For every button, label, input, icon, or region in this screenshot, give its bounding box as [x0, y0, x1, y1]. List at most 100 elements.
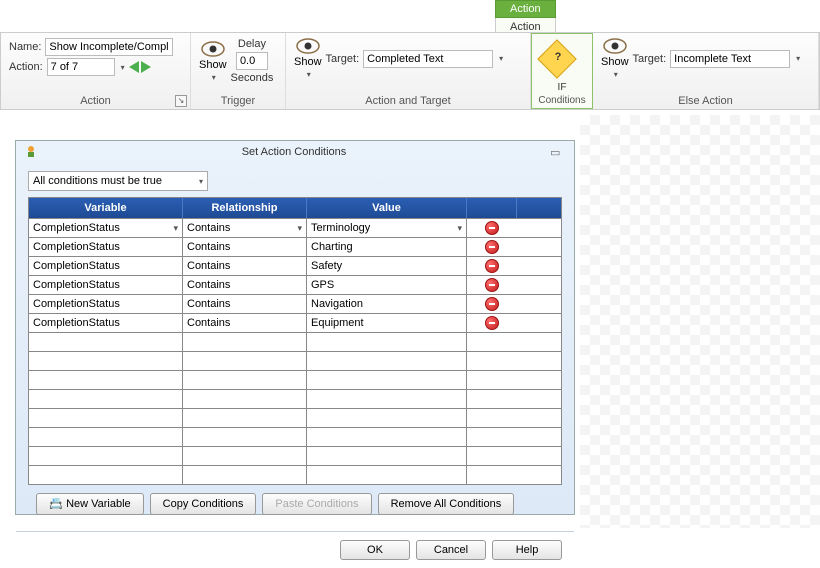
eye-icon [296, 38, 320, 54]
value-cell[interactable]: GPS [307, 276, 467, 294]
group-label-action-target: Action and Target [294, 93, 522, 107]
delete-row-button[interactable] [485, 297, 499, 311]
remove-all-button[interactable]: Remove All Conditions [378, 493, 515, 515]
chevron-down-icon: ▾ [212, 73, 216, 82]
group-action: Name: Action: ▾ Action ↘ [1, 33, 191, 109]
table-row: CompletionStatusContainsTerminology [29, 218, 561, 237]
eye-icon [201, 41, 225, 57]
next-action-button[interactable] [141, 61, 151, 73]
group-conditions[interactable]: IF Conditions [531, 33, 593, 109]
new-variable-button[interactable]: 📇 New Variable [36, 493, 144, 515]
value-cell[interactable]: Equipment [307, 314, 467, 332]
group-label-else: Else Action [601, 93, 810, 107]
empty-row[interactable] [29, 389, 561, 408]
ribbon: Name: Action: ▾ Action ↘ Show ▾ [0, 32, 820, 110]
delete-row-button[interactable] [485, 316, 499, 330]
table-header: Variable Relationship Value [29, 198, 561, 218]
action-counter[interactable] [47, 58, 115, 76]
table-row: CompletionStatusContainsGPS [29, 275, 561, 294]
table-row: CompletionStatusContainsEquipment [29, 313, 561, 332]
else-show-button[interactable]: Show ▾ [601, 38, 629, 79]
conditions-table: Variable Relationship Value CompletionSt… [28, 197, 562, 485]
dialog-titlebar: Set Action Conditions ▭ [16, 141, 574, 163]
empty-row[interactable] [29, 408, 561, 427]
delete-row-button[interactable] [485, 259, 499, 273]
table-row: CompletionStatusContainsNavigation [29, 294, 561, 313]
value-cell[interactable]: Terminology [307, 219, 467, 237]
variable-cell[interactable]: CompletionStatus [29, 276, 183, 294]
variable-cell[interactable]: CompletionStatus [29, 257, 183, 275]
dialog-title: Set Action Conditions [38, 146, 550, 158]
row-actions [467, 238, 517, 256]
empty-row[interactable] [29, 427, 561, 446]
relationship-cell[interactable]: Contains [183, 276, 307, 294]
row-actions [467, 276, 517, 294]
tab-action-context[interactable]: Action [495, 0, 556, 18]
dialog-icon [24, 145, 38, 159]
dialog-launcher-action[interactable]: ↘ [175, 95, 187, 107]
target-input[interactable] [363, 50, 493, 68]
if-diamond-icon [537, 39, 577, 79]
cancel-button[interactable]: Cancel [416, 540, 486, 560]
row-actions [467, 295, 517, 313]
relationship-cell[interactable]: Contains [183, 219, 307, 237]
delete-row-button[interactable] [485, 278, 499, 292]
group-trigger: Show ▾ Delay Seconds Trigger [191, 33, 286, 109]
close-button[interactable]: ▭ [550, 146, 566, 159]
prev-action-button[interactable] [129, 61, 139, 73]
chevron-down-icon[interactable]: ▾ [796, 54, 800, 63]
relationship-cell[interactable]: Contains [183, 257, 307, 275]
action-label: Action: [9, 61, 43, 73]
variable-cell[interactable]: CompletionStatus [29, 314, 183, 332]
group-action-target: Show ▾ Target: ▾ Action and Target [286, 33, 531, 109]
delete-row-button[interactable] [485, 221, 499, 235]
relationship-cell[interactable]: Contains [183, 314, 307, 332]
chevron-down-icon[interactable]: ▾ [121, 63, 125, 72]
variable-cell[interactable]: CompletionStatus [29, 238, 183, 256]
variable-cell[interactable]: CompletionStatus [29, 219, 183, 237]
trigger-show-button[interactable]: Show ▾ [199, 41, 227, 82]
empty-row[interactable] [29, 465, 561, 484]
value-cell[interactable]: Safety [307, 257, 467, 275]
chevron-down-icon: ▾ [307, 70, 311, 79]
conditions-mode-select[interactable]: All conditions must be true▾ [28, 171, 208, 191]
chevron-down-icon[interactable]: ▾ [499, 54, 503, 63]
help-button[interactable]: Help [492, 540, 562, 560]
table-row: CompletionStatusContainsSafety [29, 256, 561, 275]
paste-conditions-button: Paste Conditions [262, 493, 371, 515]
header-relationship: Relationship [183, 198, 307, 218]
value-cell[interactable]: Navigation [307, 295, 467, 313]
delete-row-button[interactable] [485, 240, 499, 254]
transparent-background [580, 115, 820, 528]
delay-label: Delay [238, 38, 266, 50]
header-value: Value [307, 198, 467, 218]
empty-row[interactable] [29, 332, 561, 351]
name-label: Name: [9, 41, 41, 53]
action-show-button[interactable]: Show ▾ [294, 38, 322, 79]
row-actions [467, 314, 517, 332]
relationship-cell[interactable]: Contains [183, 295, 307, 313]
row-actions [467, 257, 517, 275]
variable-icon: 📇 [49, 497, 63, 511]
value-cell[interactable]: Charting [307, 238, 467, 256]
table-row: CompletionStatusContainsCharting [29, 237, 561, 256]
seconds-label: Seconds [231, 72, 274, 84]
copy-conditions-button[interactable]: Copy Conditions [150, 493, 257, 515]
row-actions [467, 219, 517, 237]
group-label-conditions: Conditions [534, 93, 590, 106]
group-label-action: Action [9, 93, 182, 107]
name-input[interactable] [45, 38, 173, 56]
delay-input[interactable] [236, 52, 268, 70]
if-label: IF [534, 82, 590, 93]
variable-cell[interactable]: CompletionStatus [29, 295, 183, 313]
header-variable: Variable [29, 198, 183, 218]
relationship-cell[interactable]: Contains [183, 238, 307, 256]
empty-row[interactable] [29, 351, 561, 370]
eye-icon [603, 38, 627, 54]
ok-button[interactable]: OK [340, 540, 410, 560]
empty-row[interactable] [29, 446, 561, 465]
else-target-input[interactable] [670, 50, 790, 68]
empty-row[interactable] [29, 370, 561, 389]
chevron-down-icon: ▾ [614, 70, 618, 79]
set-action-conditions-dialog: Set Action Conditions ▭ All conditions m… [15, 140, 575, 515]
